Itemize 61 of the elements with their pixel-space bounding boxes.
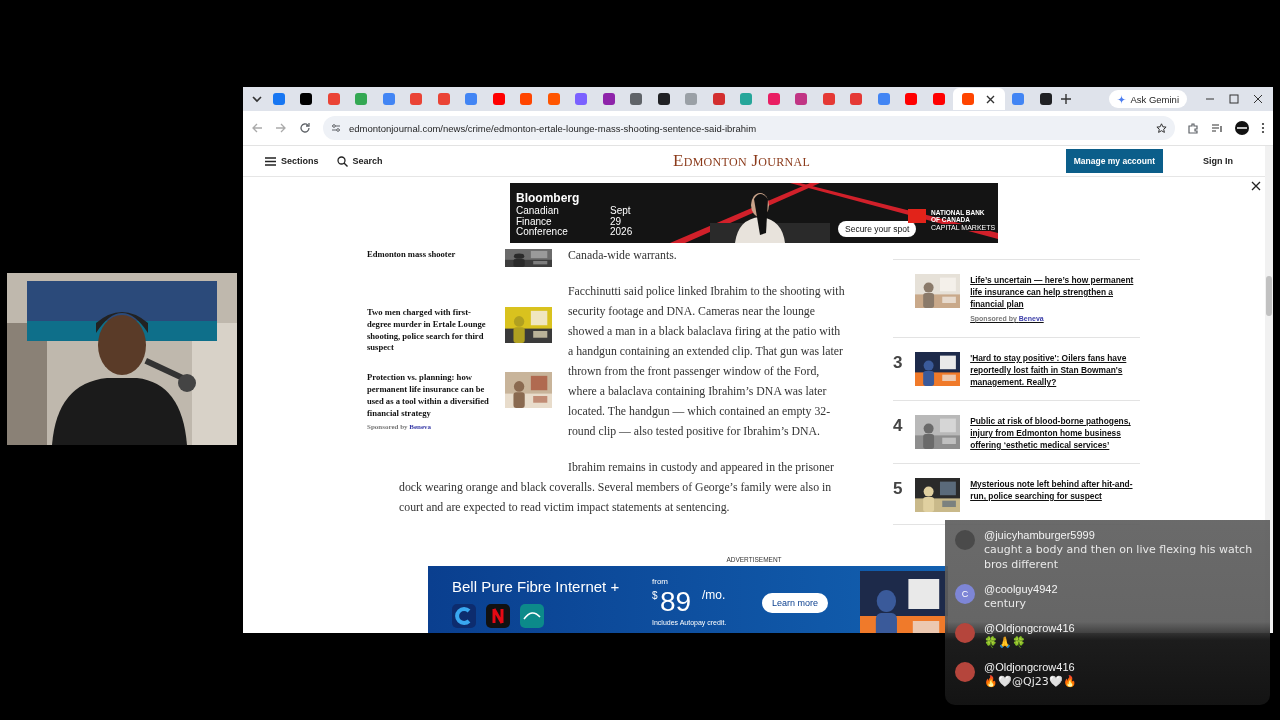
related-story-link[interactable]: Protection vs. planning: how permanent life insurance can be used as a tool within a diversified financial strategy bbox=[367, 372, 493, 420]
chat-message: 🔥🤍@Qj23🤍🔥 bbox=[984, 674, 1078, 689]
media-queue-icon[interactable] bbox=[1211, 122, 1223, 134]
menu-icon[interactable] bbox=[1261, 122, 1265, 134]
trending-story-link[interactable]: Life’s uncertain — here’s how permanent life insurance can help strengthen a financial plan bbox=[970, 274, 1140, 310]
price: 89 bbox=[660, 586, 692, 618]
ask-gemini-button[interactable]: Ask Gemini bbox=[1109, 90, 1187, 108]
related-story-link[interactable]: Two men charged with first-degree murder in Ertale Lounge shooting, police search for third suspect bbox=[367, 307, 493, 355]
extensions-icon[interactable] bbox=[1187, 122, 1199, 134]
related-story-link[interactable]: Edmonton mass shooter bbox=[367, 249, 493, 261]
search-icon bbox=[336, 155, 348, 167]
reload-icon[interactable] bbox=[299, 122, 311, 134]
address-bar[interactable]: edmontonjournal.com/news/crime/edmonton-ertale-lounge-mass-shooting-sentence-said-ibrahim bbox=[323, 116, 1175, 140]
close-icon[interactable] bbox=[1251, 181, 1261, 191]
sections-button[interactable]: Sections bbox=[265, 156, 319, 166]
avatar: C bbox=[955, 584, 975, 604]
profile-icon[interactable] bbox=[1235, 121, 1249, 135]
new-tab-icon[interactable] bbox=[1059, 93, 1072, 105]
sign-in-link[interactable]: Sign In bbox=[1197, 155, 1239, 167]
scrollbar-thumb[interactable] bbox=[1266, 276, 1272, 316]
ad-event-date: Sept 29 2026 bbox=[610, 206, 633, 238]
back-icon[interactable] bbox=[251, 122, 263, 134]
article-paragraph: Ibrahim remains in custody and appeared in the prisoner dock wearing orange and black coveralls. Several members of George’s family were also in court and are expected to read victim impact statements at sentencing. bbox=[399, 459, 835, 516]
rank-number: 4 bbox=[893, 415, 904, 437]
price-period: /mo. bbox=[702, 588, 726, 602]
app-tile-icon bbox=[520, 604, 544, 628]
chat-username: @Oldjongcrow416 bbox=[984, 660, 1076, 674]
price-prefix: from bbox=[652, 577, 668, 586]
rank-number: 3 bbox=[893, 352, 904, 374]
close-tab-icon[interactable] bbox=[986, 94, 995, 104]
trending-story-link[interactable]: Public at risk of blood-borne pathogens, injury from Edmonton home business offering ‘esthetic medical services’ bbox=[970, 415, 1140, 451]
learn-more-button[interactable]: Learn more bbox=[762, 593, 829, 613]
secure-spot-button[interactable]: Secure your spot bbox=[838, 221, 917, 237]
ad-event-name: Canadian Finance Conference bbox=[516, 206, 568, 238]
chat-message: caught a body and then on live flexing his watch bros different bbox=[984, 542, 1254, 572]
article-paragraph: Facchinutti said police linked Ibrahim to the shooting with security footage and DNA. Cameras near the lounge showed a man in a black balaclava firing at the patio with a handgun containing an extended clip. That gun was later thrown from the front passenger window of the Ford, where a balaclava containing Ibrahim’s DNA was later located. The handgun — which contained an empty 32-round clip — also tested positive for Ibrahim’s DNA. bbox=[568, 283, 845, 440]
search-button[interactable]: Search bbox=[336, 155, 383, 167]
article-paragraph: Canada-wide warrants. bbox=[568, 249, 678, 264]
bookmark-star-icon[interactable] bbox=[1156, 122, 1167, 134]
trending-story-link[interactable]: Mysterious note left behind after hit-and-run, police searching for suspect bbox=[970, 478, 1140, 502]
trending-story-link[interactable]: 'Hard to stay positive': Oilers fans have reportedly lost faith in Stan Bowman's management. Really? bbox=[970, 352, 1140, 388]
chat-username: @juicyhamburger5999 bbox=[984, 528, 1096, 542]
ad-brand: Bloomberg bbox=[516, 191, 580, 205]
chat-message: century bbox=[984, 596, 1028, 611]
app-tile-icon bbox=[486, 604, 510, 628]
site-logo[interactable]: Edmonton Journal bbox=[673, 151, 811, 171]
currency-sign: $ bbox=[652, 590, 658, 601]
chat-username: @coolguy4942 bbox=[984, 582, 1059, 596]
maximize-icon[interactable] bbox=[1229, 94, 1239, 104]
app-tile-icon bbox=[452, 604, 476, 628]
chat-message: 🍀🙏🍀 bbox=[984, 635, 1027, 650]
menu-icon bbox=[265, 156, 276, 166]
sparkle-icon bbox=[1117, 94, 1127, 104]
chat-username: @Oldjongcrow416 bbox=[984, 621, 1076, 635]
flag-logo-icon bbox=[908, 209, 926, 223]
site-settings-icon[interactable] bbox=[331, 123, 341, 133]
forward-icon[interactable] bbox=[275, 122, 287, 134]
manage-account-button[interactable]: Manage my account bbox=[1065, 149, 1163, 173]
close-icon[interactable] bbox=[1253, 94, 1263, 104]
ad-headline: Bell Pure Fibre Internet + bbox=[452, 578, 620, 595]
rank-number: 5 bbox=[893, 478, 904, 500]
